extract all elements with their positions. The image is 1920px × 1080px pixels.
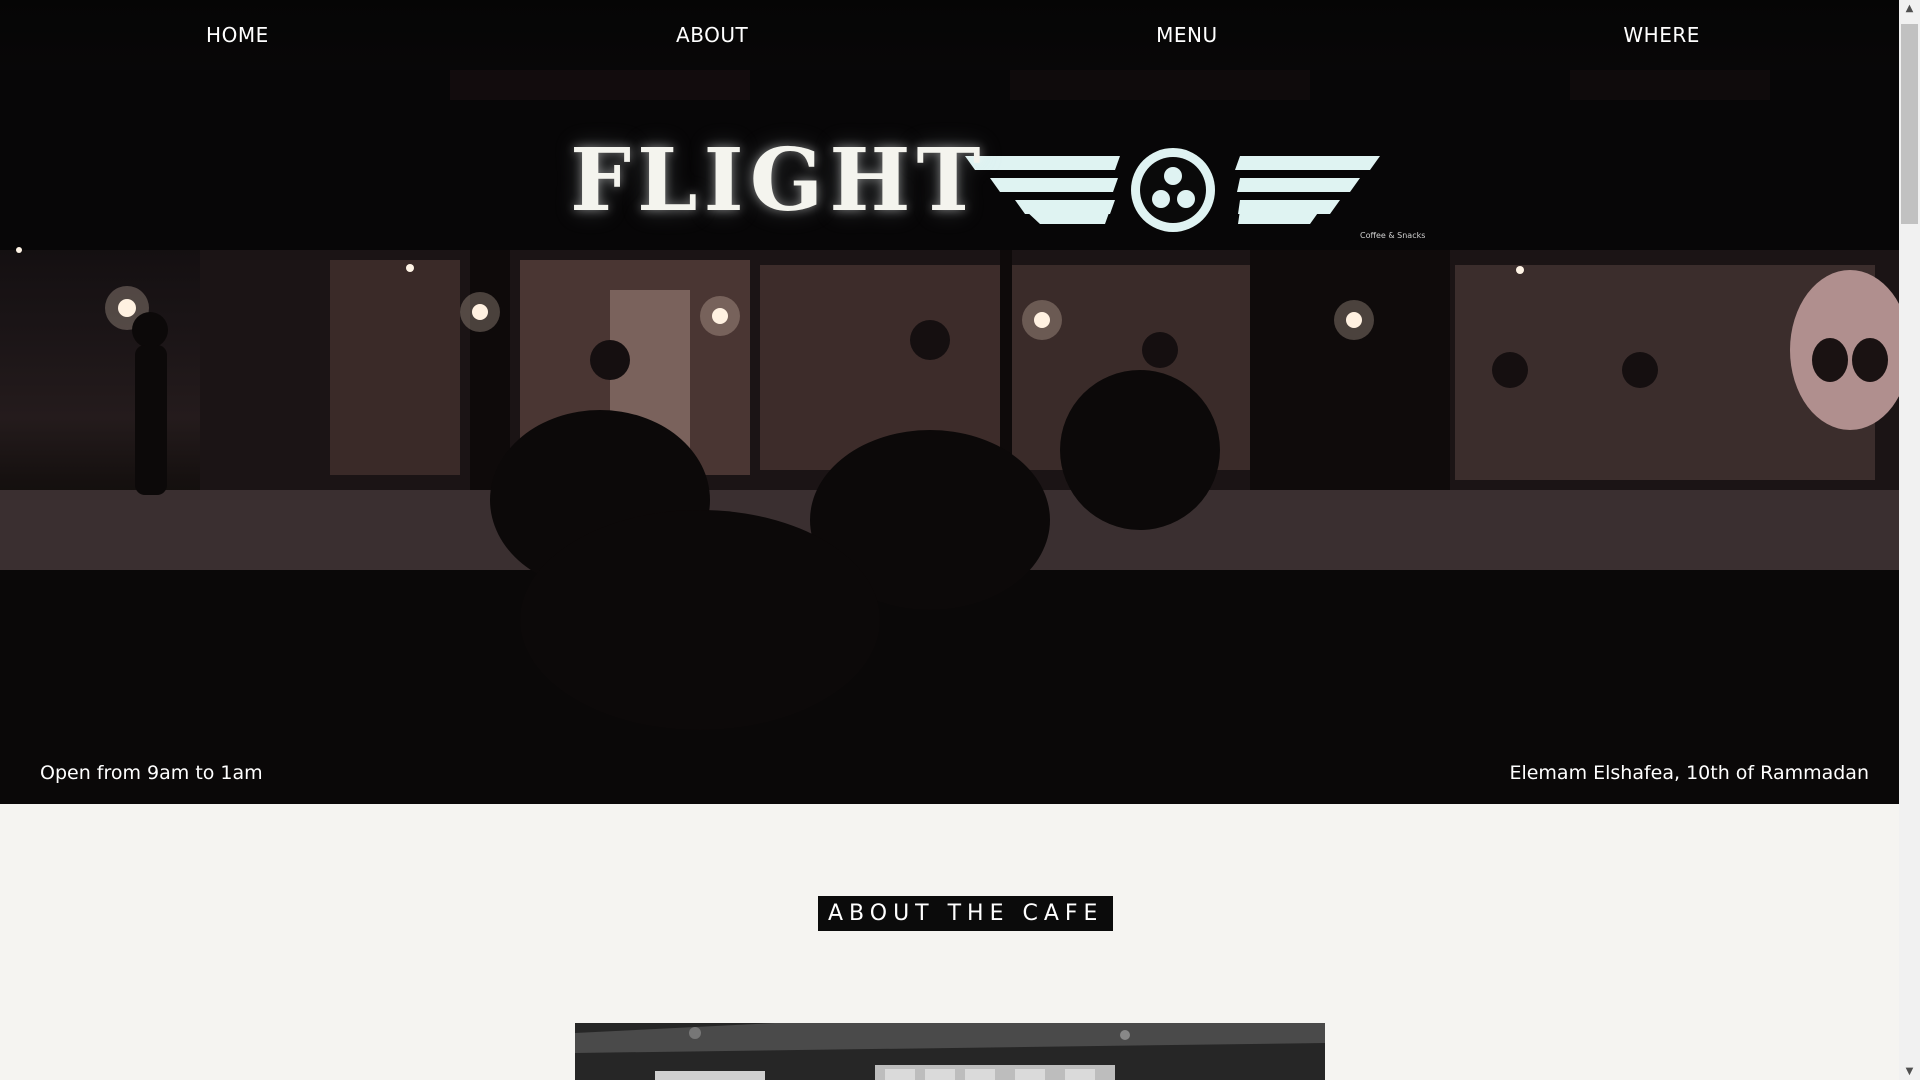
top-nav: HOME ABOUT MENU WHERE bbox=[0, 0, 1899, 70]
espresso-machine-image bbox=[575, 1023, 1325, 1080]
scroll-up-arrow-icon[interactable]: ▲ bbox=[1899, 0, 1920, 17]
nav-home-link[interactable]: HOME bbox=[0, 0, 475, 70]
nav-where-link[interactable]: WHERE bbox=[1424, 0, 1899, 70]
nav-menu-link[interactable]: MENU bbox=[950, 0, 1425, 70]
page: FLIGHT Coffee & Snacks HOME ABOUT MENU W… bbox=[0, 0, 1899, 1080]
address-text: Elemam Elshafea, 10th of Rammadan bbox=[1509, 762, 1869, 784]
about-section-title: ABOUT THE CAFE bbox=[818, 896, 1114, 931]
sign-subtext: Coffee & Snacks bbox=[1360, 231, 1426, 240]
scrollbar-thumb[interactable] bbox=[1901, 24, 1918, 224]
opening-hours-text: Open from 9am to 1am bbox=[40, 762, 263, 784]
scroll-down-arrow-icon[interactable]: ▼ bbox=[1899, 1063, 1920, 1080]
hero-section: FLIGHT Coffee & Snacks HOME ABOUT MENU W… bbox=[0, 0, 1899, 804]
about-cafe-photo bbox=[575, 1023, 1325, 1080]
vertical-scrollbar[interactable]: ▲ ▼ bbox=[1899, 0, 1920, 1080]
nav-about-link[interactable]: ABOUT bbox=[475, 0, 950, 70]
cafe-storefront-photo bbox=[0, 70, 1899, 804]
sign-brand-text: FLIGHT bbox=[570, 130, 987, 231]
